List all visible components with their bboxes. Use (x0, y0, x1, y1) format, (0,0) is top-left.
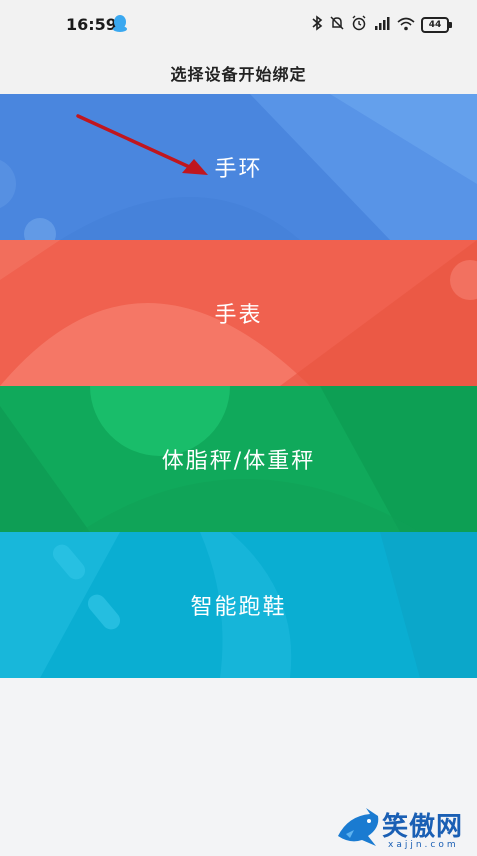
alarm-icon (351, 15, 367, 35)
device-label: 体脂秤/体重秤 (161, 449, 316, 474)
signal-icon (373, 15, 391, 35)
qq-icon (112, 15, 128, 37)
battery-icon: 44 (421, 17, 452, 33)
mute-icon (329, 15, 345, 35)
device-card-shoes[interactable]: 智能跑鞋 (0, 532, 477, 678)
watermark: 笑傲网 xajjn.com (336, 806, 476, 854)
status-time: 16:59 (66, 15, 117, 34)
device-card-watch[interactable]: 手表 (0, 240, 477, 386)
device-label: 智能跑鞋 (190, 595, 287, 620)
watermark-url: xajjn.com (388, 840, 459, 850)
status-icons: 44 (311, 15, 452, 35)
device-card-scale[interactable]: 体脂秤/体重秤 (0, 386, 477, 532)
watermark-text: 笑傲网 (382, 812, 464, 842)
shark-logo-icon (338, 808, 379, 846)
bluetooth-icon (311, 15, 323, 35)
annotation-arrow-icon (76, 114, 208, 175)
wifi-icon (397, 16, 415, 35)
header: 选择设备开始绑定 (0, 52, 477, 94)
status-bar: 16:59 44 (0, 0, 477, 52)
device-label: 手表 (214, 303, 263, 328)
page-title: 选择设备开始绑定 (170, 65, 307, 84)
